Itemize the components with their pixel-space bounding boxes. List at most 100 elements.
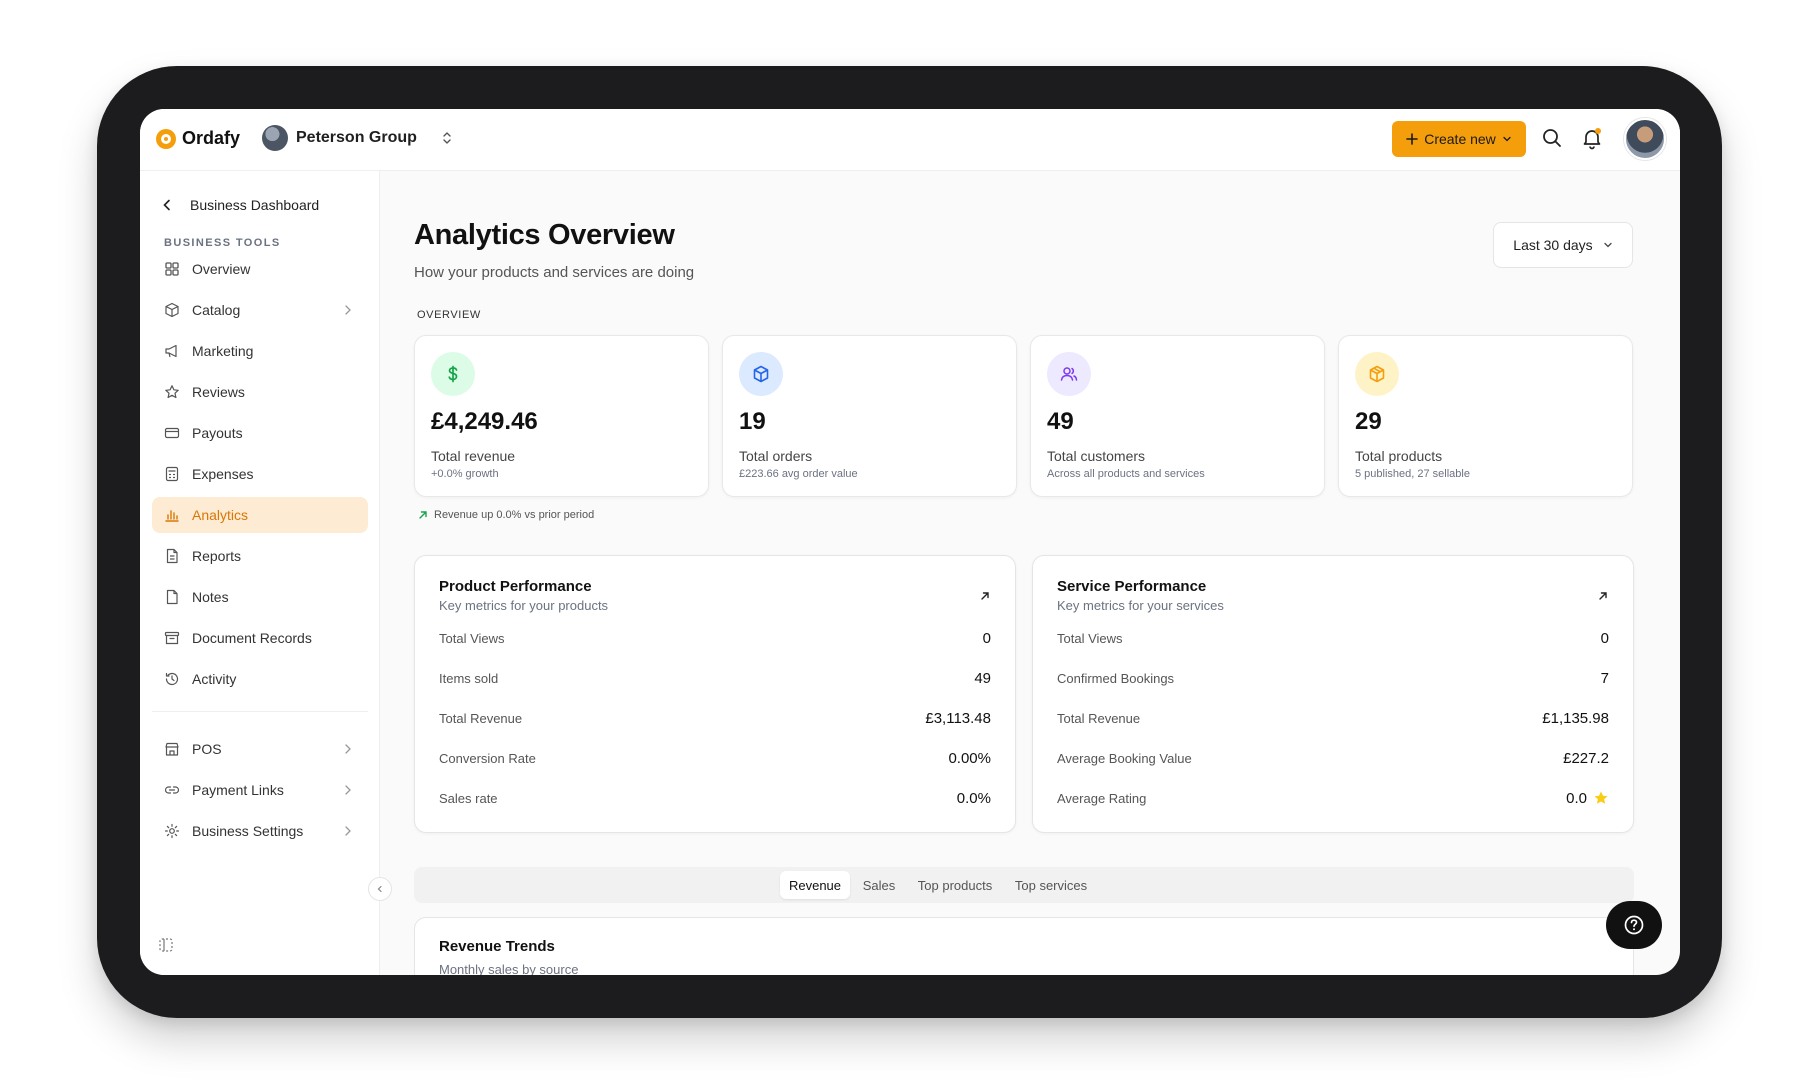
metric-label: Total Revenue xyxy=(1057,710,1141,726)
ordafy-logo-icon xyxy=(156,128,176,149)
chevron-right-icon xyxy=(345,744,351,754)
chevron-up-down-icon xyxy=(443,132,451,144)
sidebar-item-label: Payment Links xyxy=(192,782,284,798)
sidebar-item-marketing[interactable]: Marketing xyxy=(152,333,368,369)
sidebar: Business Dashboard BUSINESS TOOLS Overvi… xyxy=(140,171,380,975)
sidebar-item-label: Analytics xyxy=(192,507,249,523)
brand-name: Ordafy xyxy=(182,128,241,148)
sidebar-item-reviews[interactable]: Reviews xyxy=(152,374,368,410)
stat-icon-wrap xyxy=(1355,352,1399,396)
metric-row: Average Rating 0.0 xyxy=(1057,788,1609,808)
package-icon xyxy=(1369,365,1385,383)
dollar-icon xyxy=(448,365,458,383)
chevron-down-icon xyxy=(1604,242,1612,248)
sidebar-item-pos[interactable]: POS xyxy=(152,731,368,767)
arrow-up-right-icon[interactable] xyxy=(979,590,991,602)
back-to-dashboard-link[interactable]: Business Dashboard xyxy=(162,197,319,213)
sidebar-toggle-icon[interactable] xyxy=(158,937,174,953)
stat-label: Total orders xyxy=(739,448,813,464)
sidebar-item-payouts[interactable]: Payouts xyxy=(152,415,368,451)
tab-sales[interactable]: Sales xyxy=(856,871,902,899)
date-range-select[interactable]: Last 30 days xyxy=(1493,222,1633,268)
create-new-label: Create new xyxy=(1424,131,1496,147)
metric-label: Average Rating xyxy=(1057,790,1147,806)
metric-value: 0.0% xyxy=(956,789,991,807)
stat-icon-wrap xyxy=(431,352,475,396)
stat-value: 19 xyxy=(739,408,766,435)
organization-avatar xyxy=(262,125,288,151)
notifications-button[interactable] xyxy=(1580,126,1606,152)
product-performance-card: Product Performance Key metrics for your… xyxy=(414,555,1016,833)
metric-row: Items sold 49 xyxy=(439,668,991,688)
metric-label: Items sold xyxy=(439,670,499,686)
metric-label: Total Views xyxy=(1057,630,1123,646)
metric-label: Average Booking Value xyxy=(1057,750,1192,766)
sidebar-item-label: Payouts xyxy=(192,425,243,441)
metric-row: Total Revenue £1,135.98 xyxy=(1057,708,1609,728)
sidebar-item-analytics[interactable]: Analytics xyxy=(152,497,368,533)
card-subtitle: Monthly sales by source xyxy=(439,962,579,975)
sidebar-item-document-records[interactable]: Document Records xyxy=(152,620,368,656)
metric-label: Total Revenue xyxy=(439,710,523,726)
user-avatar[interactable] xyxy=(1624,118,1666,160)
credit-card-icon xyxy=(164,427,180,439)
revenue-trend-note: Revenue up 0.0% vs prior period xyxy=(418,509,594,521)
brand[interactable]: Ordafy xyxy=(156,128,240,149)
tab-revenue[interactable]: Revenue xyxy=(780,871,850,899)
metric-row: Total Revenue £3,113.48 xyxy=(439,708,991,728)
archive-icon xyxy=(164,631,180,645)
metric-label: Conversion Rate xyxy=(439,750,536,766)
page-title: Analytics Overview xyxy=(414,219,675,251)
card-title: Revenue Trends xyxy=(439,938,555,955)
stat-card-customers: 49 Total customers Across all products a… xyxy=(1030,335,1325,497)
megaphone-icon xyxy=(165,344,177,358)
metric-value: £3,113.48 xyxy=(925,709,991,727)
help-button[interactable] xyxy=(1606,901,1662,949)
tab-top-products[interactable]: Top products xyxy=(910,871,1000,899)
card-title: Service Performance xyxy=(1057,578,1207,595)
sidebar-item-label: Activity xyxy=(192,671,237,687)
collapse-sidebar-button[interactable] xyxy=(368,877,392,901)
sidebar-item-activity[interactable]: Activity xyxy=(152,661,368,697)
create-new-button[interactable]: Create new xyxy=(1392,121,1526,157)
sidebar-item-label: Overview xyxy=(192,261,251,277)
sidebar-item-business-settings[interactable]: Business Settings xyxy=(152,813,368,849)
stat-value: 29 xyxy=(1355,408,1382,435)
organization-name: Peterson Group xyxy=(296,129,417,146)
stat-card-products: 29 Total products 5 published, 27 sellab… xyxy=(1338,335,1633,497)
sidebar-item-payment-links[interactable]: Payment Links xyxy=(152,772,368,808)
sidebar-item-catalog[interactable]: Catalog xyxy=(152,292,368,328)
stat-icon-wrap xyxy=(739,352,783,396)
metric-row: Conversion Rate 0.00% xyxy=(439,748,991,768)
chevron-down-icon xyxy=(1503,136,1511,142)
card-subtitle: Key metrics for your services xyxy=(1057,598,1224,613)
stat-value: 49 xyxy=(1047,408,1074,435)
stat-note: 5 published, 27 sellable xyxy=(1355,468,1470,480)
file-icon xyxy=(166,589,178,605)
metric-value: 7 xyxy=(1600,669,1609,687)
arrow-up-right-icon[interactable] xyxy=(1597,590,1609,602)
page-subtitle: How your products and services are doing xyxy=(414,264,695,281)
search-button[interactable] xyxy=(1540,126,1566,152)
sidebar-item-overview[interactable]: Overview xyxy=(152,251,368,287)
metric-value: £1,135.98 xyxy=(1542,709,1609,727)
arrow-up-right-icon xyxy=(419,511,427,519)
sidebar-item-notes[interactable]: Notes xyxy=(152,579,368,615)
metric-value: 0 xyxy=(982,629,991,647)
calculator-icon xyxy=(165,466,179,482)
sidebar-item-label: Business Settings xyxy=(192,823,304,839)
sidebar-item-reports[interactable]: Reports xyxy=(152,538,368,574)
stat-value: £4,249.46 xyxy=(431,408,538,435)
top-bar: Ordafy Peterson Group Create new xyxy=(140,109,1680,171)
users-icon xyxy=(1060,367,1078,381)
metric-row: Total Views 0 xyxy=(1057,628,1609,648)
app-screen: Ordafy Peterson Group Create new Busines… xyxy=(140,109,1680,975)
section-label-business-tools: BUSINESS TOOLS xyxy=(164,237,281,249)
sidebar-item-label: Reports xyxy=(192,548,242,564)
tab-top-services[interactable]: Top services xyxy=(1008,871,1094,899)
sidebar-item-label: Catalog xyxy=(192,302,241,318)
sidebar-item-expenses[interactable]: Expenses xyxy=(152,456,368,492)
star-filled-icon xyxy=(1594,791,1608,804)
metric-row: Average Booking Value £227.2 xyxy=(1057,748,1609,768)
organization-switcher[interactable]: Peterson Group xyxy=(262,125,453,151)
